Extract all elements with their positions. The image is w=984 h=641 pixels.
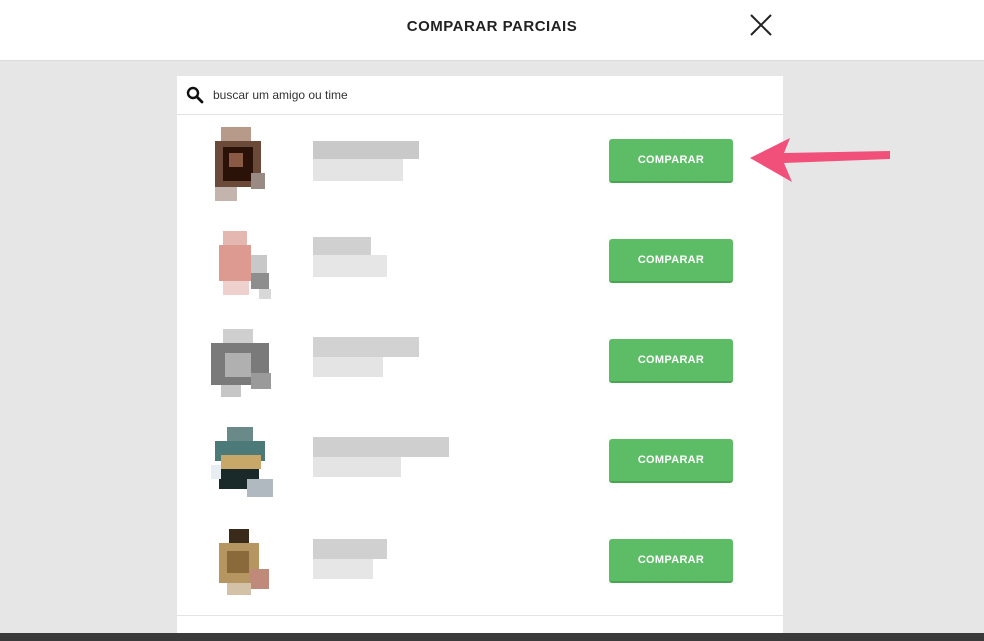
avatar	[219, 529, 269, 595]
friend-row: COMPARAR	[177, 315, 783, 416]
avatar	[211, 427, 273, 497]
compare-button[interactable]: COMPARAR	[609, 339, 733, 383]
avatar	[215, 127, 265, 201]
search-icon	[186, 86, 204, 104]
name-blurred	[313, 141, 419, 181]
avatar	[211, 329, 271, 397]
close-button[interactable]	[748, 12, 774, 38]
compare-button[interactable]: COMPARAR	[609, 239, 733, 283]
friends-panel: COMPARAR COMPARAR COMPARAR	[177, 76, 783, 641]
arrow-left-icon	[750, 138, 890, 182]
friend-row: COMPARAR	[177, 515, 783, 616]
compare-button[interactable]: COMPARAR	[609, 439, 733, 483]
close-icon	[750, 14, 772, 36]
friend-row: COMPARAR	[177, 215, 783, 316]
name-blurred	[313, 437, 449, 477]
modal-header: COMPARAR PARCIAIS	[0, 0, 984, 61]
name-blurred	[313, 237, 387, 277]
modal-title: COMPARAR PARCIAIS	[406, 18, 578, 35]
compare-button[interactable]: COMPARAR	[609, 539, 733, 583]
compare-button[interactable]: COMPARAR	[609, 139, 733, 183]
search-input[interactable]	[213, 85, 753, 105]
friend-row: COMPARAR	[177, 115, 783, 216]
name-blurred	[313, 539, 387, 579]
name-blurred	[313, 337, 419, 377]
friend-row: COMPARAR	[177, 415, 783, 516]
search-bar	[177, 76, 783, 115]
page-bottom-edge	[0, 633, 984, 641]
avatar	[219, 231, 271, 299]
